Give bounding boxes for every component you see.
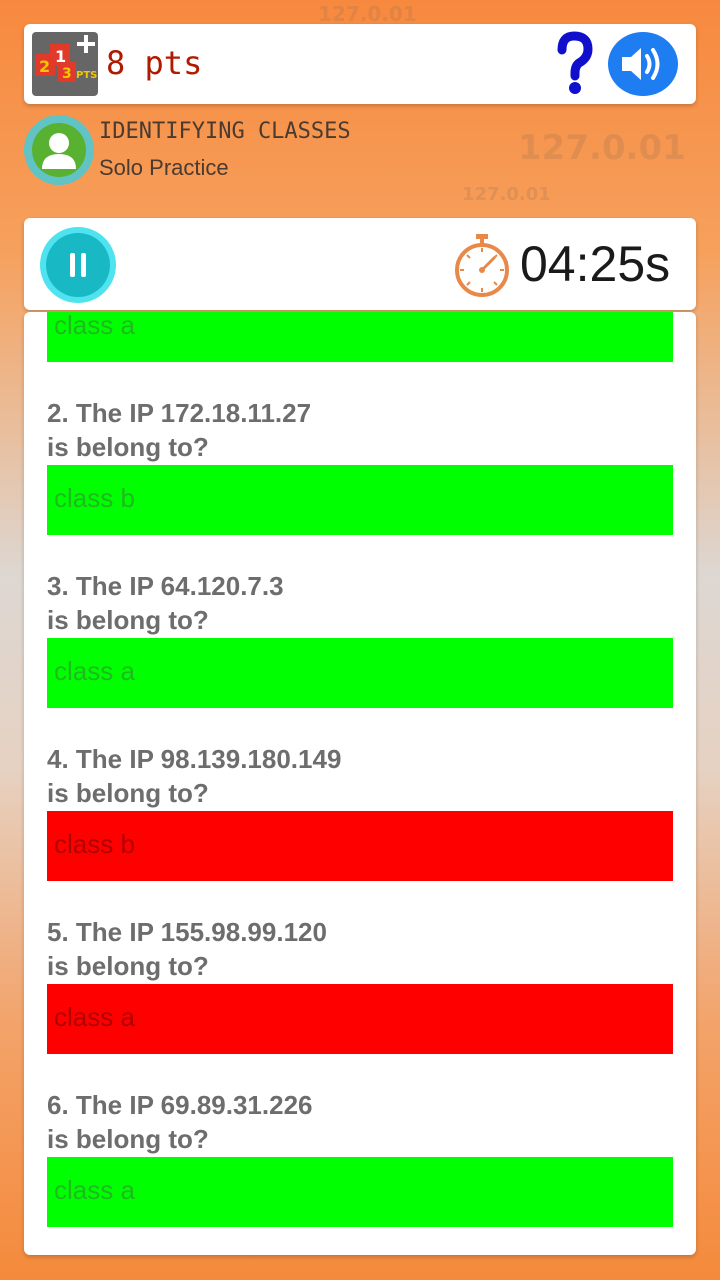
top-bar: 2 1 3 PTS 8 pts	[24, 24, 696, 104]
points-badge-icon: 2 1 3 PTS	[32, 32, 98, 96]
background-watermark: 127.0.01	[318, 2, 417, 26]
mode-subtitle: Solo Practice	[99, 155, 229, 180]
results-panel[interactable]: class a 2. The IP 172.18.11.27 is belong…	[24, 312, 696, 1255]
question-text: 2. The IP 172.18.11.27 is belong to?	[47, 398, 312, 462]
help-icon[interactable]	[554, 30, 594, 98]
answer-text: class b	[54, 483, 135, 513]
answer-box: class b	[47, 465, 673, 535]
svg-text:2: 2	[39, 57, 50, 76]
points-score: 8 pts	[106, 44, 203, 82]
svg-text:PTS: PTS	[76, 70, 97, 81]
question-text: 5. The IP 155.98.99.120 is belong to?	[47, 917, 327, 981]
question-text: 6. The IP 69.89.31.226 is belong to?	[47, 1090, 313, 1154]
mode-title: IDENTIFYING CLASSES	[99, 119, 351, 144]
answer-box: class b	[47, 811, 673, 881]
sound-icon[interactable]	[608, 32, 678, 96]
timer-bar: 04:25s	[24, 218, 696, 310]
background-watermark: 127.0.01	[518, 128, 686, 168]
answer-box: class a	[47, 638, 673, 708]
answer-text: class a	[54, 1002, 135, 1032]
background-watermark: 127.0.01	[462, 184, 551, 205]
stopwatch-icon	[450, 232, 514, 298]
answer-text: class a	[54, 656, 135, 686]
pause-button[interactable]	[40, 227, 116, 303]
answer-text: class a	[54, 312, 135, 340]
svg-text:3: 3	[62, 66, 72, 82]
pause-icon	[46, 233, 110, 297]
timer-display: 04:25s	[520, 236, 671, 292]
question-text: 4. The IP 98.139.180.149 is belong to?	[47, 744, 342, 808]
answer-box: class a	[47, 984, 673, 1054]
answer-text: class a	[54, 1175, 135, 1205]
question-text: 3. The IP 64.120.7.3 is belong to?	[47, 571, 284, 635]
answer-box-previous: class a	[47, 312, 673, 362]
user-avatar-icon[interactable]	[24, 115, 94, 185]
answer-text: class b	[54, 829, 135, 859]
answer-box: class a	[47, 1157, 673, 1227]
